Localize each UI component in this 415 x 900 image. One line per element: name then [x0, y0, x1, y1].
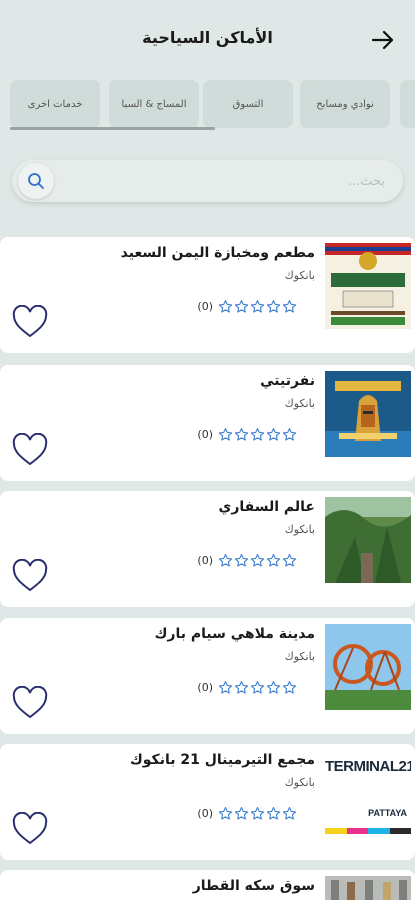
- thumb-logo-text: TERMINAL21: [325, 758, 411, 775]
- star-icon[interactable]: [282, 553, 297, 568]
- place-city: بانكوك: [284, 650, 315, 663]
- star-icon[interactable]: [218, 553, 233, 568]
- search-button[interactable]: [18, 163, 54, 199]
- back-button[interactable]: [369, 26, 397, 54]
- thumb-logo-subtext: PATTAYA: [368, 808, 407, 818]
- search-input[interactable]: [65, 160, 385, 202]
- star-icon[interactable]: [250, 806, 265, 821]
- place-name: مدينة ملاهي سيام بارك: [154, 626, 315, 642]
- place-city: بانكوك: [284, 776, 315, 789]
- tab-massage-spa[interactable]: المساج & السبا: [109, 80, 199, 128]
- favorite-button[interactable]: [12, 685, 48, 720]
- star-icon[interactable]: [218, 680, 233, 695]
- heart-icon: [12, 811, 48, 845]
- place-thumbnail: [325, 371, 411, 457]
- rating: (0): [197, 678, 297, 696]
- place-card[interactable]: TERMINAL21 PATTAYA مجمع التيرمينال 21 با…: [0, 744, 415, 860]
- star-icon[interactable]: [250, 553, 265, 568]
- star-icon[interactable]: [282, 427, 297, 442]
- tab-clubs-pools[interactable]: نوادي ومسابح: [300, 80, 390, 128]
- place-city: بانكوك: [284, 269, 315, 282]
- star-icon[interactable]: [218, 427, 233, 442]
- page-title: الأماكن السياحية: [142, 28, 273, 47]
- place-thumbnail: [325, 243, 411, 329]
- tab-more-edge[interactable]: [400, 80, 415, 128]
- tab-label: نوادي ومسابح: [316, 98, 374, 110]
- place-name: نفرتيتي: [260, 373, 315, 389]
- place-card[interactable]: عالم السفاري بانكوك (0): [0, 491, 415, 607]
- place-card[interactable]: نفرتيتي بانكوك (0): [0, 365, 415, 481]
- star-icon[interactable]: [250, 427, 265, 442]
- star-icon[interactable]: [234, 806, 249, 821]
- search-bar: [12, 160, 403, 202]
- heart-icon: [12, 432, 48, 466]
- favorite-button[interactable]: [12, 558, 48, 593]
- rating-count: (0): [197, 427, 213, 441]
- star-icon[interactable]: [250, 299, 265, 314]
- rating-count: (0): [197, 806, 213, 820]
- star-icon[interactable]: [234, 680, 249, 695]
- search-icon: [28, 173, 44, 189]
- place-thumbnail: TERMINAL21 PATTAYA: [325, 750, 411, 836]
- rating: (0): [197, 551, 297, 569]
- star-icon[interactable]: [218, 806, 233, 821]
- star-icon[interactable]: [266, 806, 281, 821]
- star-icon[interactable]: [234, 427, 249, 442]
- star-icon[interactable]: [266, 427, 281, 442]
- favorite-button[interactable]: [12, 811, 48, 846]
- star-icon[interactable]: [266, 553, 281, 568]
- place-city: بانكوك: [284, 523, 315, 536]
- star-icon[interactable]: [218, 299, 233, 314]
- place-thumbnail: [325, 497, 411, 583]
- star-icon[interactable]: [282, 806, 297, 821]
- heart-icon: [12, 558, 48, 592]
- heart-icon: [12, 304, 48, 338]
- place-card[interactable]: سوق سكه القطار: [0, 870, 415, 900]
- place-card[interactable]: مطعم ومخبازة اليمن السعيد بانكوك (0): [0, 237, 415, 353]
- rating-count: (0): [197, 553, 213, 567]
- place-thumbnail: [325, 876, 411, 900]
- place-city: بانكوك: [284, 397, 315, 410]
- star-icon[interactable]: [250, 680, 265, 695]
- rating: (0): [197, 425, 297, 443]
- place-name: مجمع التيرمينال 21 بانكوك: [129, 752, 315, 768]
- tab-scroll-indicator: [10, 127, 215, 130]
- star-icon[interactable]: [282, 299, 297, 314]
- tab-label: المساج & السبا: [121, 98, 187, 110]
- app-header: الأماكن السياحية: [0, 0, 415, 78]
- tab-label: التسوق: [232, 98, 264, 110]
- star-icon[interactable]: [282, 680, 297, 695]
- rating: (0): [197, 297, 297, 315]
- place-thumbnail: [325, 624, 411, 710]
- tab-shopping[interactable]: التسوق: [203, 80, 293, 128]
- star-icon[interactable]: [266, 299, 281, 314]
- favorite-button[interactable]: [12, 304, 48, 339]
- star-icon[interactable]: [266, 680, 281, 695]
- place-name: مطعم ومخبازة اليمن السعيد: [120, 245, 315, 261]
- place-card[interactable]: مدينة ملاهي سيام بارك بانكوك (0): [0, 618, 415, 734]
- rating-count: (0): [197, 299, 213, 313]
- star-icon[interactable]: [234, 553, 249, 568]
- place-name: عالم السفاري: [218, 499, 315, 515]
- place-name: سوق سكه القطار: [192, 878, 315, 894]
- thumb-color-strip: [325, 828, 411, 834]
- tab-other-services[interactable]: خدمات اخرى: [10, 80, 100, 128]
- tab-label: خدمات اخرى: [27, 98, 83, 110]
- arrow-right-icon: [372, 30, 394, 50]
- favorite-button[interactable]: [12, 432, 48, 467]
- rating: (0): [197, 804, 297, 822]
- star-icon[interactable]: [234, 299, 249, 314]
- category-tabs: نوادي ومسابح التسوق المساج & السبا خدمات…: [0, 78, 415, 134]
- heart-icon: [12, 685, 48, 719]
- rating-count: (0): [197, 680, 213, 694]
